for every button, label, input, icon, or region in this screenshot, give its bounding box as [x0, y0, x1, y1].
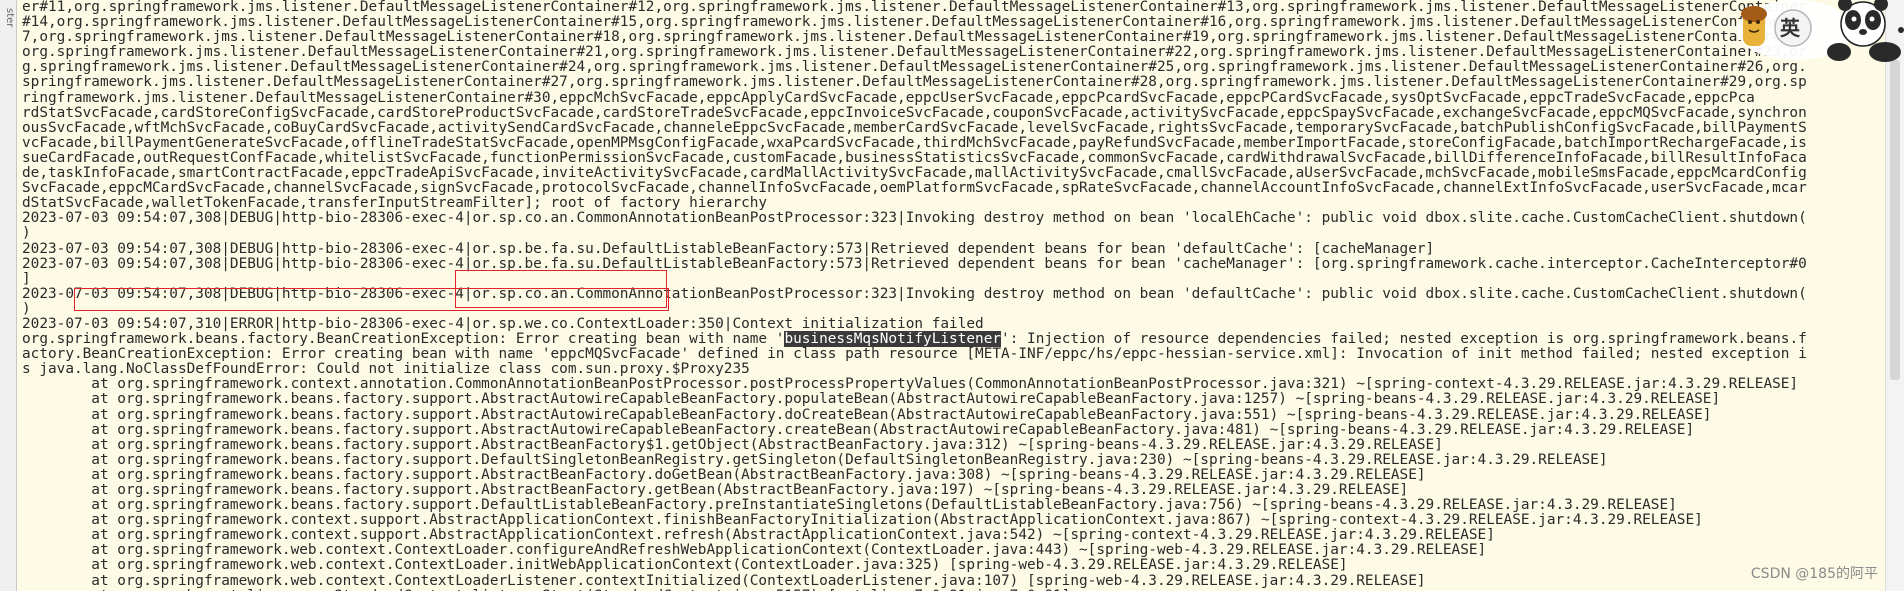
- log-line: #14,org.springframework.jms.listener.Def…: [22, 14, 1807, 31]
- log-line: 7,org.springframework.jms.listener.Defau…: [22, 29, 1807, 46]
- log-line: springframework.jms.listener.DefaultMess…: [22, 74, 1807, 91]
- log-line: sueCardFacade,outRequestConfFacade,white…: [22, 149, 1807, 166]
- log-line: at org.springframework.beans.factory.sup…: [22, 497, 1677, 514]
- csdn-watermark: CSDN @185的阿平: [1750, 566, 1878, 582]
- log-line: ]: [22, 270, 31, 287]
- log-line: org.springframework.jms.listener.Default…: [22, 44, 1807, 61]
- log-line: vcFacade,billPaymentGenerateSvcFacade,of…: [22, 134, 1807, 151]
- log-line: SvcFacade,eppcMCardSvcFacade,channelSvcF…: [22, 180, 1807, 197]
- log-line: 2023-07-03 09:54:07,308|DEBUG|http-bio-2…: [22, 210, 1807, 227]
- log-line: at org.springframework.web.context.Conte…: [22, 542, 1487, 559]
- error-prefix: org.springframework.beans.factory.BeanCr…: [22, 331, 785, 348]
- log-line: 2023-07-03 09:54:07,308|DEBUG|http-bio-2…: [22, 255, 1807, 272]
- log-line: ringframework.jms.listener.DefaultMessag…: [22, 89, 1755, 106]
- log-line: at org.springframework.beans.factory.sup…: [22, 466, 1426, 483]
- ime-language-indicator[interactable]: 英: [1780, 12, 1800, 41]
- log-line: at org.springframework.context.support.A…: [22, 512, 1703, 529]
- log-line: actory.BeanCreationException: Error crea…: [22, 346, 1807, 363]
- error-suffix: ': Injection of resource dependencies fa…: [1001, 331, 1807, 348]
- log-line: at org.springframework.beans.factory.sup…: [22, 391, 1721, 408]
- scrollbar-thumb[interactable]: [1890, 60, 1900, 380]
- log-line: ousSvcFacade,wftMchSvcFacade,coBuyCardSv…: [22, 119, 1807, 136]
- log-line: at org.springframework.beans.factory.sup…: [22, 406, 1712, 423]
- log-line: 2023-07-03 09:54:07,310|ERROR|http-bio-2…: [22, 315, 984, 332]
- log-line: ): [22, 225, 31, 242]
- log-line: at org.springframework.context.annotatio…: [22, 376, 1799, 393]
- log-line: rdStatSvcFacade,cardStoreConfigSvcFacade…: [22, 104, 1807, 121]
- ime-mascot-widget[interactable]: 英: [1735, 0, 1904, 64]
- log-line: g.springframework.jms.listener.DefaultMe…: [22, 59, 1807, 76]
- log-line: dStatSvcFacade,walletTokenFacade,transfe…: [22, 195, 768, 212]
- log-line: at org.springframework.web.context.Conte…: [22, 557, 1348, 574]
- log-line: at org.springframework.beans.factory.sup…: [22, 482, 1409, 498]
- log-line: at org.springframework.beans.factory.sup…: [22, 451, 1608, 468]
- vertical-scrollbar[interactable]: [1885, 0, 1904, 591]
- log-line: 2023-07-03 09:54:07,308|DEBUG|http-bio-2…: [22, 240, 1435, 257]
- selected-bean-name[interactable]: businessMqsNotifyListener: [784, 331, 1002, 348]
- log-line: er#11,org.springframework.jms.listener.D…: [22, 0, 1807, 15]
- log-line: s java.lang.NoClassDefFoundError: Could …: [22, 361, 750, 378]
- editor-gutter: ster: [0, 0, 17, 591]
- log-line: at org.springframework.web.context.Conte…: [22, 572, 1426, 589]
- log-line: at org.springframework.context.support.A…: [22, 527, 1495, 544]
- annotation-box-noclassdef: [74, 288, 669, 311]
- ime-mascot-icon: [1737, 0, 1904, 62]
- log-line: at org.springframework.beans.factory.sup…: [22, 421, 1695, 438]
- log-line: de,taskInfoFacade,smartContractFacade,ep…: [22, 165, 1807, 182]
- error-exception-line: org.springframework.beans.factory.BeanCr…: [22, 331, 1884, 348]
- log-line: at org.springframework.beans.factory.sup…: [22, 436, 1443, 453]
- gutter-label: ster: [4, 8, 15, 28]
